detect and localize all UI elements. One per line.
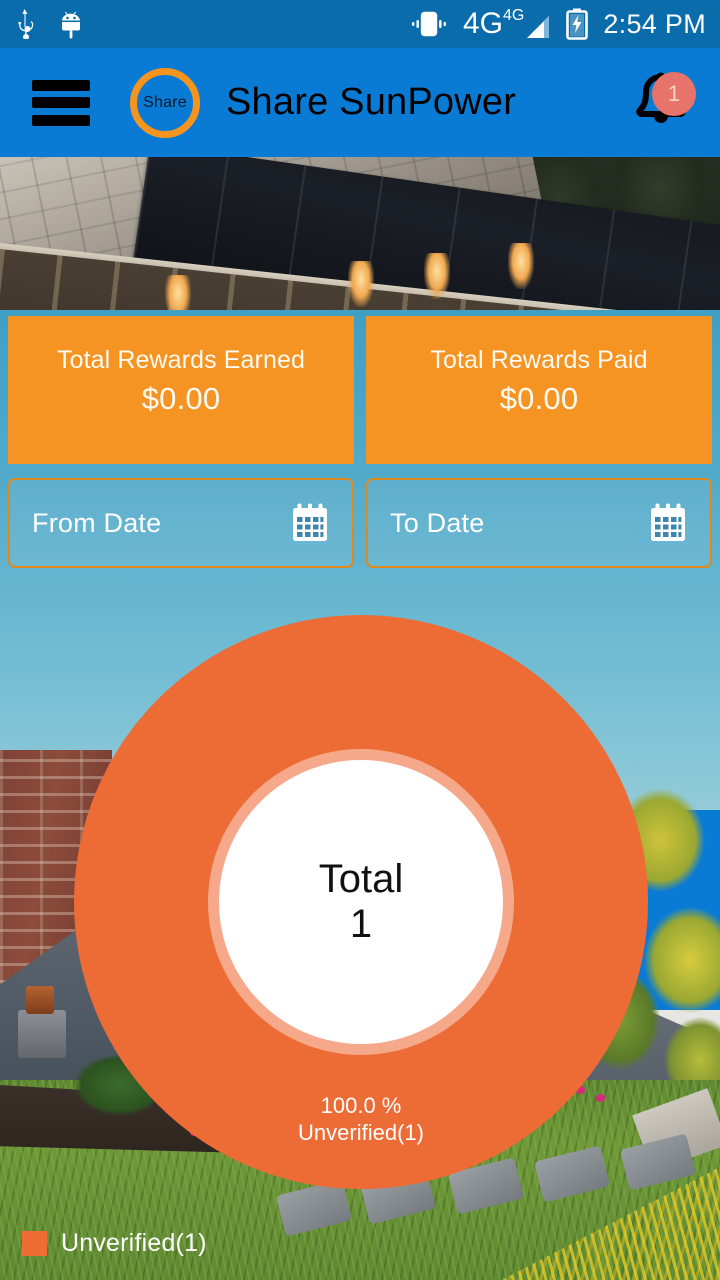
hamburger-bar <box>32 79 90 91</box>
battery-charging-icon <box>566 8 589 40</box>
card-value: $0.00 <box>499 381 579 416</box>
donut-center: Total 1 <box>219 760 503 1044</box>
legend-swatch-icon <box>22 1231 47 1256</box>
calendar-icon[interactable] <box>648 502 688 544</box>
stat-cards: Total Rewards Earned $0.00 Total Rewards… <box>0 316 720 464</box>
network-label: 4G <box>462 6 503 40</box>
share-logo-icon: Share <box>130 67 200 138</box>
total-rewards-paid-card[interactable]: Total Rewards Paid $0.00 <box>366 316 712 464</box>
card-label: Total Rewards Earned <box>57 346 305 374</box>
hamburger-bar <box>32 114 90 126</box>
porch-lamp-glow <box>165 275 191 310</box>
total-rewards-earned-card[interactable]: Total Rewards Earned $0.00 <box>8 316 354 464</box>
date-filter-row: From Date To Date <box>0 478 720 568</box>
referral-status-pie-chart[interactable]: Total 1 100.0 % Unverified(1) <box>74 615 648 1189</box>
porch-lamp-glow <box>508 243 534 289</box>
usb-icon <box>18 9 34 39</box>
status-bar-clock: 2:54 PM <box>603 8 706 39</box>
calendar-icon[interactable] <box>290 502 330 544</box>
chart-total-label: Total <box>318 857 404 902</box>
android-debug-icon <box>62 11 80 39</box>
porch-lamp-glow <box>348 261 374 307</box>
porch-lamp-glow <box>424 253 450 299</box>
chart-legend[interactable]: Unverified(1) <box>22 1229 207 1258</box>
to-date-label: To Date <box>390 507 485 538</box>
status-bar: 4G 4G 2:54 PM <box>0 0 720 48</box>
hamburger-menu-icon[interactable] <box>32 79 90 126</box>
app-bar: Share Share SunPower 1 <box>0 48 720 157</box>
slice-label-group: 100.0 % Unverified(1) <box>74 1093 648 1147</box>
notification-badge: 1 <box>652 71 696 116</box>
status-bar-right-icons: 4G 4G 2:54 PM <box>409 6 706 40</box>
app-screen: 4G 4G 2:54 PM Share Share SunPower 1 Tot… <box>0 0 720 1280</box>
slice-name: Unverified(1) <box>298 1119 424 1145</box>
status-bar-left-icons <box>14 9 86 39</box>
share-logo-text: Share <box>143 93 187 111</box>
planter-pot <box>18 986 66 1058</box>
signal-bars-icon <box>527 15 550 38</box>
vibrate-icon <box>411 11 446 37</box>
network-label-small: 4G <box>503 6 525 24</box>
notifications-button[interactable]: 1 <box>628 68 696 138</box>
slice-percent: 100.0 % <box>320 1093 402 1118</box>
from-date-field[interactable]: From Date <box>8 478 354 568</box>
card-label: Total Rewards Paid <box>430 346 648 374</box>
page-title: Share SunPower <box>226 81 517 123</box>
legend-item-label: Unverified(1) <box>61 1229 207 1257</box>
card-value: $0.00 <box>141 381 221 416</box>
from-date-label: From Date <box>32 507 162 538</box>
hero-solar-roof-image <box>0 157 720 310</box>
chart-total-value: 1 <box>349 902 373 946</box>
to-date-field[interactable]: To Date <box>366 478 712 568</box>
hamburger-bar <box>32 97 90 108</box>
